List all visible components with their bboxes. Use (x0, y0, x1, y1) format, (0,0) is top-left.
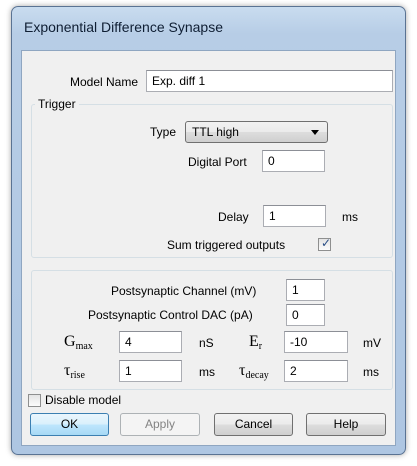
tau-rise-label: τrise (64, 362, 85, 381)
postsyn-channel-input[interactable]: 1 (286, 279, 325, 301)
er-label: Er (249, 333, 263, 352)
cancel-button[interactable]: Cancel (214, 413, 293, 436)
dialog-window: Exponential Difference Synapse Model Nam… (11, 6, 406, 455)
delay-input[interactable]: 1 (263, 205, 326, 227)
gmax-label: Gmax (64, 333, 93, 352)
model-name-input[interactable]: Exp. diff 1 (146, 70, 393, 92)
chevron-down-icon (311, 130, 319, 135)
type-dropdown-value: TTL high (192, 125, 239, 139)
sum-outputs-label: Sum triggered outputs (167, 238, 286, 252)
digital-port-label: Digital Port (188, 155, 247, 169)
type-dropdown[interactable]: TTL high (185, 121, 328, 143)
er-input[interactable]: -10 (284, 331, 348, 353)
ok-button[interactable]: OK (30, 413, 109, 436)
tau-decay-unit: ms (363, 365, 379, 379)
apply-button[interactable]: Apply (120, 413, 200, 436)
type-label: Type (150, 125, 177, 139)
check-icon: ✓ (321, 236, 332, 250)
postsyn-dac-input[interactable]: 0 (286, 304, 325, 326)
gmax-input[interactable]: 4 (119, 331, 182, 353)
postsyn-dac-label: Postsynaptic Control DAC (pA) (88, 308, 253, 322)
tau-decay-input[interactable]: 2 (284, 360, 348, 382)
tau-decay-label: τdecay (239, 362, 269, 381)
help-button[interactable]: Help (306, 413, 386, 436)
sum-outputs-checkbox[interactable]: ✓ (318, 236, 332, 251)
gmax-unit: nS (199, 336, 214, 350)
window-title: Exponential Difference Synapse (24, 19, 223, 35)
tau-rise-unit: ms (199, 365, 215, 379)
delay-unit: ms (342, 210, 358, 224)
disable-model-checkbox[interactable] (28, 394, 41, 407)
disable-model-label: Disable model (45, 393, 122, 407)
delay-label: Delay (218, 210, 249, 224)
postsyn-channel-label: Postsynaptic Channel (mV) (111, 284, 257, 298)
dialog-client-area: Model Name Exp. diff 1 Trigger Type TTL … (21, 50, 396, 446)
tau-rise-input[interactable]: 1 (119, 360, 182, 382)
model-name-label: Model Name (70, 75, 139, 89)
trigger-group-label: Trigger (35, 97, 79, 111)
er-unit: mV (363, 336, 381, 350)
digital-port-input[interactable]: 0 (262, 150, 325, 172)
